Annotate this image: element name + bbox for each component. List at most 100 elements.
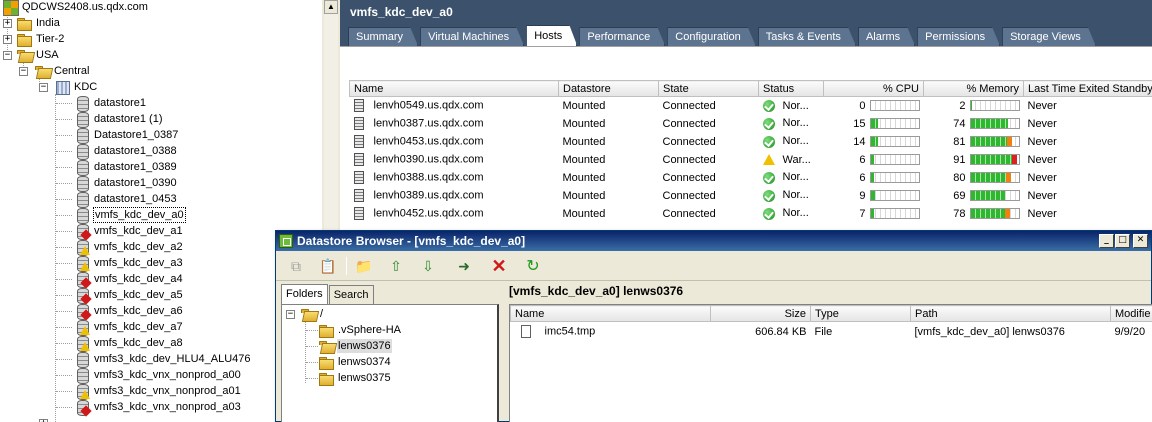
- paste-icon[interactable]: 📋: [318, 256, 338, 276]
- new-folder-icon[interactable]: 📁: [354, 256, 374, 276]
- folder-label: lenws0374: [338, 356, 391, 368]
- host-cpu-cell: 6: [824, 169, 924, 187]
- datastore-icon: [74, 367, 90, 384]
- host-icon: [353, 153, 364, 166]
- tree-datastore-item[interactable]: datastore1_0390: [74, 175, 178, 192]
- tree-datastore-item[interactable]: Datastore1_0387: [74, 127, 179, 144]
- collapse-usa-toggle[interactable]: −: [3, 51, 12, 60]
- expand-tier2-toggle[interactable]: +: [3, 35, 12, 44]
- expand-india-toggle[interactable]: +: [3, 19, 12, 28]
- close-button[interactable]: ✕: [1133, 234, 1148, 248]
- column-status[interactable]: Status: [758, 80, 824, 97]
- tree-datastore-item[interactable]: vmfs_kdc_dev_a2: [74, 239, 184, 256]
- tab-tasks-events[interactable]: Tasks & Events: [758, 27, 856, 46]
- table-row[interactable]: lenvh0452.us.qdx.com Mounted Connected Nor.…: [350, 205, 1152, 223]
- column-state[interactable]: State: [658, 80, 759, 97]
- column-name[interactable]: Name: [349, 80, 559, 97]
- column-file-name[interactable]: Name: [510, 305, 711, 322]
- tree-datastore-item[interactable]: vmfs3_kdc_dev_HLU4_ALU476: [74, 351, 252, 368]
- folder-item[interactable]: lenws0376: [318, 338, 392, 354]
- tree-root[interactable]: QDCWS2408.us.qdx.com: [2, 0, 149, 16]
- folder-item[interactable]: lenws0374: [318, 354, 392, 370]
- tab-search[interactable]: Search: [328, 285, 374, 304]
- tree-node-label: Central: [54, 65, 90, 77]
- download-icon[interactable]: ⇩: [418, 256, 438, 276]
- tree-node-india[interactable]: India: [16, 15, 61, 31]
- cpu-value: 6: [859, 171, 866, 184]
- tree-datastore-item[interactable]: vmfs3_kdc_vnx_nonprod_a00: [74, 367, 242, 384]
- tree-datastore-item[interactable]: vmfs_kdc_dev_a3: [74, 255, 184, 272]
- column-file-path[interactable]: Path: [910, 305, 1111, 322]
- delete-icon[interactable]: ✕: [489, 256, 509, 276]
- tab-folders[interactable]: Folders: [281, 284, 328, 304]
- column-standby[interactable]: Last Time Exited Standby: [1023, 80, 1152, 97]
- minimize-button[interactable]: _: [1099, 234, 1114, 248]
- window-title-bar[interactable]: Datastore Browser - [vmfs_kdc_dev_a0] _ …: [276, 231, 1151, 251]
- tree-datastore-item[interactable]: vmfs_kdc_dev_a6: [74, 303, 184, 320]
- tree-datastore-item[interactable]: datastore1_0389: [74, 159, 178, 176]
- tree-datastore-item[interactable]: datastore1_0453: [74, 191, 178, 208]
- host-status: Nor...: [782, 189, 809, 202]
- tab-summary[interactable]: Summary: [348, 27, 418, 46]
- tree-datastore-item[interactable]: vmfs3_kdc_vnx_nonprod_a03: [74, 399, 242, 416]
- tree-datastore-item[interactable]: vmfs_kdc_dev_a4: [74, 271, 184, 288]
- host-datastore-cell: Mounted: [562, 99, 606, 112]
- tree-datastore-item[interactable]: vmfs_kdc_dev_a5: [74, 287, 184, 304]
- upload-icon[interactable]: ⇧: [386, 256, 406, 276]
- collapse-kdc-toggle[interactable]: −: [39, 83, 48, 92]
- tab-storage-views[interactable]: Storage Views: [1002, 27, 1096, 46]
- column-file-size[interactable]: Size: [710, 305, 811, 322]
- tab-hosts[interactable]: Hosts: [526, 25, 577, 46]
- tab-performance[interactable]: Performance: [579, 27, 665, 46]
- tab-configuration[interactable]: Configuration: [667, 27, 755, 46]
- datastore-error-icon: [74, 271, 90, 288]
- tree-datastore-item[interactable]: vmfs_kdc_dev_a7: [74, 319, 184, 336]
- tree-node-label: Tier-2: [36, 33, 65, 45]
- table-row[interactable]: lenvh0549.us.qdx.com Mounted Connected Nor.…: [350, 97, 1152, 115]
- tree-node-kdc[interactable]: KDC: [54, 79, 98, 95]
- tree-datastore-item[interactable]: vmfs_kdc_dev_a0: [74, 207, 186, 224]
- scroll-up-arrow-icon[interactable]: ▲: [324, 0, 338, 14]
- column-datastore[interactable]: Datastore: [558, 80, 659, 97]
- tree-datastore-item[interactable]: vmfs_kdc_dev_a1: [74, 223, 184, 240]
- maximize-button[interactable]: □: [1115, 234, 1130, 248]
- datastore-icon: [74, 351, 90, 368]
- file-list[interactable]: Name Size Type Path Modifie imc54.tmp 606…: [509, 304, 1152, 422]
- tree-datastore-label: vmfs3_kdc_vnx_nonprod_a00: [94, 369, 241, 381]
- tree-datastore-label: vmfs_kdc_dev_a7: [94, 321, 183, 333]
- copy-icon[interactable]: ⧉: [286, 256, 306, 276]
- tree-datastore-item[interactable]: datastore1 (1): [74, 111, 163, 128]
- tree-node-central[interactable]: Central: [34, 63, 90, 79]
- table-row[interactable]: lenvh0453.us.qdx.com Mounted Connected Nor.…: [350, 133, 1152, 151]
- tree-datastore-label: vmfs_kdc_dev_a4: [94, 273, 183, 285]
- tab-alarms[interactable]: Alarms: [858, 27, 915, 46]
- collapse-root-toggle[interactable]: −: [286, 310, 295, 319]
- tree-datastore-item[interactable]: datastore1_0388: [74, 143, 178, 160]
- register-vm-icon[interactable]: ➜: [454, 256, 474, 276]
- inventory-tree[interactable]: QDCWS2408.us.qdx.com + India + Tier-2 − …: [0, 0, 322, 422]
- tree-datastore-item[interactable]: vmfs3_kdc_vnx_nonprod_a01: [74, 383, 242, 400]
- table-row[interactable]: lenvh0388.us.qdx.com Mounted Connected Nor.…: [350, 169, 1152, 187]
- column-memory[interactable]: % Memory: [923, 80, 1024, 97]
- collapse-central-toggle[interactable]: −: [19, 67, 28, 76]
- refresh-icon[interactable]: ↻: [523, 256, 543, 276]
- tree-node-usa[interactable]: USA: [16, 47, 60, 63]
- folder-item[interactable]: lenws0375: [318, 370, 392, 386]
- folder-tree[interactable]: − / .vSphere-HA lenws0376 lenws0374 lenws03…: [281, 304, 499, 422]
- tree-node-tier-2[interactable]: Tier-2: [16, 31, 65, 47]
- tree-datastore-item[interactable]: datastore1: [74, 95, 147, 112]
- tree-datastore-label: vmfs_kdc_dev_a6: [94, 305, 183, 317]
- table-row[interactable]: lenvh0387.us.qdx.com Mounted Connected Nor.…: [350, 115, 1152, 133]
- file-icon: [520, 325, 531, 339]
- tree-datastore-item[interactable]: vmfs_kdc_dev_a8: [74, 335, 184, 352]
- tab-virtual-machines[interactable]: Virtual Machines: [420, 27, 524, 46]
- folder-root[interactable]: /: [300, 306, 324, 322]
- column-cpu[interactable]: % CPU: [823, 80, 924, 97]
- tab-permissions[interactable]: Permissions: [917, 27, 1000, 46]
- column-file-modified[interactable]: Modifie: [1110, 305, 1152, 322]
- table-row[interactable]: imc54.tmp 606.84 KB File [vmfs_kdc_dev_a0] …: [511, 322, 1152, 342]
- table-row[interactable]: lenvh0389.us.qdx.com Mounted Connected Nor.…: [350, 187, 1152, 205]
- column-file-type[interactable]: Type: [810, 305, 911, 322]
- table-row[interactable]: lenvh0390.us.qdx.com Mounted Connected War.…: [350, 151, 1152, 169]
- folder-item[interactable]: .vSphere-HA: [318, 322, 402, 338]
